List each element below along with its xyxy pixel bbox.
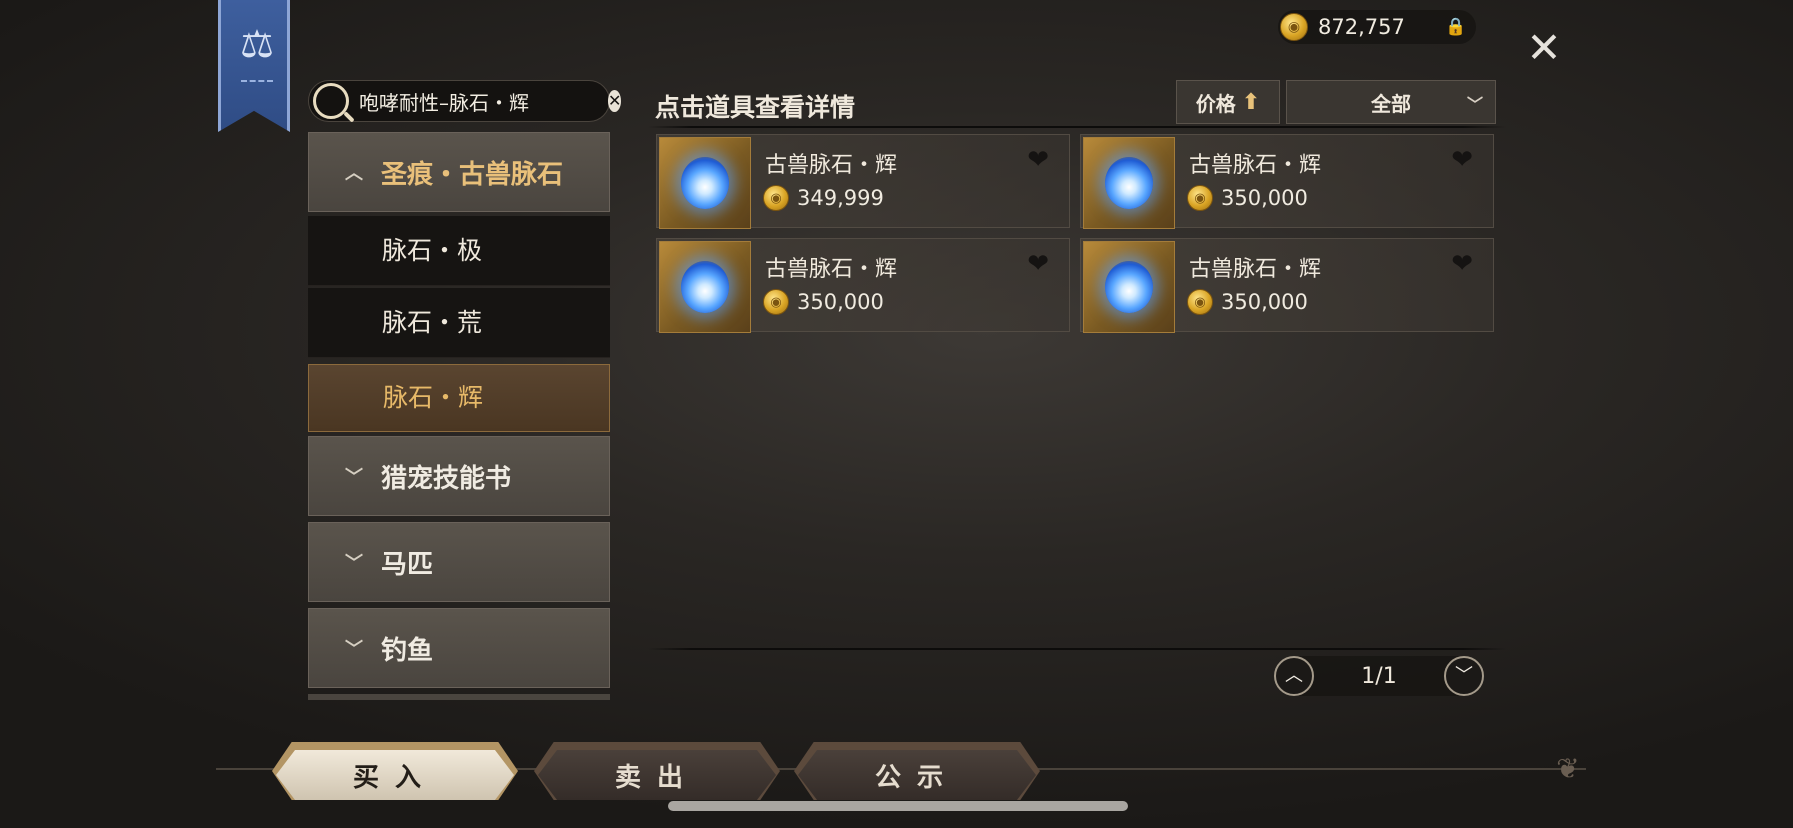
currency-display: ◉ 872,757 🔒 bbox=[1278, 10, 1476, 44]
divider bbox=[648, 648, 1506, 650]
chevron-down-icon: ﹀ bbox=[1466, 95, 1483, 114]
item-card[interactable]: 古兽脉石・辉 ❤ ◉ 350,000 bbox=[1080, 238, 1494, 333]
banner-decoration bbox=[241, 80, 273, 96]
filter-label: 全部 bbox=[1371, 91, 1411, 116]
search-input[interactable] bbox=[359, 89, 608, 113]
category-shengheng-mai-shi[interactable]: ︿ 圣痕・古兽脉石 bbox=[308, 132, 610, 212]
chevron-down-icon: ﹀ bbox=[345, 639, 363, 660]
category-label: 猎宠技能书 bbox=[381, 463, 512, 494]
close-icon[interactable]: ✕ bbox=[1524, 27, 1564, 69]
pagination: ︿ 1/1 ﹀ bbox=[1274, 656, 1484, 696]
gold-coin-icon: ◉ bbox=[1187, 289, 1213, 315]
page-number: 1/1 bbox=[1361, 663, 1397, 689]
lock-icon[interactable]: 🔒 bbox=[1444, 15, 1468, 39]
hint-text: 点击道具查看详情 bbox=[655, 93, 856, 122]
currency-amount: 872,757 bbox=[1318, 15, 1405, 39]
price-value: 350,000 bbox=[797, 290, 884, 314]
blue-orb-icon bbox=[681, 261, 729, 313]
favorite-heart-icon[interactable]: ❤ bbox=[1451, 249, 1473, 279]
subcategory-item[interactable]: 脉石・荒 bbox=[308, 288, 610, 358]
sort-label: 价格 bbox=[1195, 91, 1236, 116]
tab-public[interactable]: 公示 bbox=[798, 750, 1036, 800]
gold-coin-icon: ◉ bbox=[763, 289, 789, 315]
search-box[interactable]: ✕ bbox=[308, 80, 622, 122]
category-horse[interactable]: ﹀ 马匹 bbox=[308, 522, 610, 602]
item-name: 古兽脉石・辉 bbox=[765, 153, 898, 178]
item-thumbnail bbox=[659, 241, 751, 333]
item-price: ◉ 350,000 bbox=[763, 289, 884, 315]
item-price: ◉ 350,000 bbox=[1187, 289, 1308, 315]
category-fishing[interactable]: ﹀ 钓鱼 bbox=[308, 608, 610, 688]
tab-buy[interactable]: 买入 bbox=[276, 750, 514, 800]
search-icon[interactable] bbox=[313, 83, 349, 119]
clear-search-icon[interactable]: ✕ bbox=[608, 90, 622, 112]
favorite-heart-icon[interactable]: ❤ bbox=[1027, 249, 1049, 279]
blue-orb-icon bbox=[681, 157, 729, 209]
item-price: ◉ 350,000 bbox=[1187, 185, 1308, 211]
item-name: 古兽脉石・辉 bbox=[1189, 153, 1322, 178]
favorite-heart-icon[interactable]: ❤ bbox=[1027, 145, 1049, 175]
sort-by-price-button[interactable]: 价格 ⬆ bbox=[1176, 80, 1280, 124]
page-down-button[interactable]: ﹀ bbox=[1444, 656, 1484, 696]
category-label: 圣痕・古兽脉石 bbox=[381, 159, 564, 190]
gold-coin-icon: ◉ bbox=[1187, 185, 1213, 211]
page-up-button[interactable]: ︿ bbox=[1274, 656, 1314, 696]
ornament-icon: ❦ bbox=[1556, 752, 1580, 785]
item-card[interactable]: 古兽脉石・辉 ❤ ◉ 350,000 bbox=[1080, 134, 1494, 229]
price-value: 350,000 bbox=[1221, 290, 1308, 314]
divider bbox=[648, 126, 1506, 128]
chevron-up-icon: ︿ bbox=[345, 163, 363, 184]
item-price: ◉ 349,999 bbox=[763, 185, 884, 211]
category-pet-skill-book[interactable]: ﹀ 猎宠技能书 bbox=[308, 436, 610, 516]
category-label: 马匹 bbox=[381, 549, 434, 580]
price-value: 350,000 bbox=[1221, 186, 1308, 210]
sidebar-scroll-edge bbox=[308, 694, 610, 700]
home-indicator bbox=[668, 801, 1128, 811]
arrow-up-icon: ⬆ bbox=[1241, 89, 1261, 115]
price-value: 349,999 bbox=[797, 186, 884, 210]
auction-house-banner: ⚖ bbox=[218, 0, 290, 132]
favorite-heart-icon[interactable]: ❤ bbox=[1451, 145, 1473, 175]
subcategory-item[interactable]: 脉石・极 bbox=[308, 216, 610, 286]
blue-orb-icon bbox=[1105, 261, 1153, 313]
filter-dropdown[interactable]: 全部 ﹀ bbox=[1286, 80, 1496, 124]
item-thumbnail bbox=[1083, 137, 1175, 229]
scale-icon: ⚖ bbox=[239, 22, 275, 66]
tab-sell[interactable]: 卖出 bbox=[538, 750, 776, 800]
gold-coin-icon: ◉ bbox=[763, 185, 789, 211]
chevron-down-icon: ﹀ bbox=[345, 553, 363, 574]
item-card[interactable]: 古兽脉石・辉 ❤ ◉ 349,999 bbox=[656, 134, 1070, 229]
item-card[interactable]: 古兽脉石・辉 ❤ ◉ 350,000 bbox=[656, 238, 1070, 333]
item-name: 古兽脉石・辉 bbox=[1189, 257, 1322, 282]
item-thumbnail bbox=[659, 137, 751, 229]
category-label: 钓鱼 bbox=[381, 635, 434, 666]
subcategory-item-selected[interactable]: 脉石・辉 bbox=[308, 364, 610, 432]
item-thumbnail bbox=[1083, 241, 1175, 333]
blue-orb-icon bbox=[1105, 157, 1153, 209]
gold-coin-icon: ◉ bbox=[1280, 13, 1308, 41]
item-name: 古兽脉石・辉 bbox=[765, 257, 898, 282]
chevron-down-icon: ﹀ bbox=[345, 467, 363, 488]
